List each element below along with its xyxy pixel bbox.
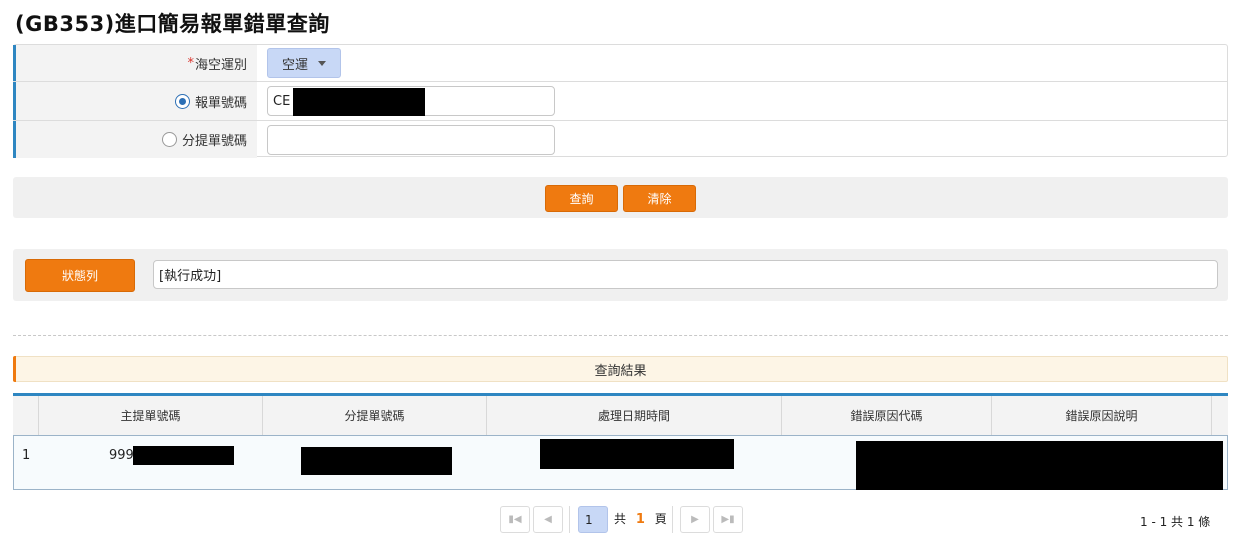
next-page-icon[interactable]: ▶ bbox=[680, 506, 710, 533]
query-form: * 海空運別 空運 報單號碼 CE 分提單號碼 bbox=[13, 44, 1228, 158]
results-header: 查詢結果 bbox=[13, 356, 1228, 382]
declaration-row: 報單號碼 CE bbox=[13, 82, 1227, 121]
sub-bill-radio[interactable] bbox=[161, 132, 177, 147]
table-row[interactable]: 1 999 bbox=[13, 435, 1228, 490]
redacted-block bbox=[293, 88, 425, 116]
column-header[interactable]: 分提單號碼 bbox=[263, 396, 487, 435]
chevron-down-icon bbox=[318, 60, 327, 66]
page-input[interactable]: 1 bbox=[578, 506, 608, 533]
pager-total-pages: 1 bbox=[635, 512, 645, 527]
declaration-radio[interactable] bbox=[174, 93, 190, 109]
row-number: 1 bbox=[22, 448, 31, 463]
redacted-block bbox=[133, 446, 234, 465]
last-page-icon[interactable]: ▶▮ bbox=[713, 506, 743, 533]
status-bar: 狀態列 [執行成功] bbox=[13, 249, 1228, 301]
pager-total-prefix: 共 bbox=[614, 512, 627, 526]
column-header[interactable]: 錯誤原因說明 bbox=[992, 396, 1212, 435]
sub-bill-label: 分提單號碼 bbox=[181, 134, 247, 149]
clear-button[interactable]: 清除 bbox=[623, 185, 696, 212]
page-title: (GB353)進口簡易報單錯單查詢 bbox=[15, 12, 330, 36]
transport-dropdown[interactable]: 空運 bbox=[267, 48, 341, 78]
column-header[interactable]: 處理日期時間 bbox=[487, 396, 782, 435]
transport-row: * 海空運別 空運 bbox=[13, 45, 1227, 82]
redacted-block bbox=[540, 439, 734, 469]
redacted-block bbox=[301, 447, 452, 475]
pager: ▮◀ ◀ 1 共 1 頁 ▶ ▶▮ 1 - 1 共 1 條 bbox=[13, 490, 1228, 542]
page: (GB353)進口簡易報單錯單查詢 * 海空運別 空運 報單號碼 CE 分提單號… bbox=[0, 0, 1236, 542]
first-page-icon[interactable]: ▮◀ bbox=[500, 506, 530, 533]
declaration-input[interactable]: CE bbox=[267, 86, 555, 116]
column-header[interactable]: 主提單號碼 bbox=[39, 396, 263, 435]
grid-header: 主提單號碼 分提單號碼 處理日期時間 錯誤原因代碼 錯誤原因說明 bbox=[13, 393, 1228, 435]
required-mark: * bbox=[187, 55, 194, 71]
status-message: [執行成功] bbox=[153, 260, 1218, 289]
pager-total-suffix: 頁 bbox=[654, 512, 667, 526]
sub-bill-input[interactable] bbox=[267, 124, 555, 155]
declaration-label: 報單號碼 bbox=[194, 95, 247, 111]
transport-label: * 海空運別 bbox=[14, 45, 257, 81]
pager-summary: 1 - 1 共 1 條 bbox=[1140, 515, 1211, 529]
query-button[interactable]: 查詢 bbox=[545, 185, 618, 212]
master-bill-cell: 999 bbox=[109, 448, 134, 463]
prev-page-icon[interactable]: ◀ bbox=[533, 506, 563, 533]
status-button[interactable]: 狀態列 bbox=[25, 259, 135, 292]
action-bar: 查詢 清除 bbox=[13, 177, 1228, 218]
results-grid: 主提單號碼 分提單號碼 處理日期時間 錯誤原因代碼 錯誤原因說明 1 999 ▮… bbox=[13, 393, 1228, 542]
sub-bill-row: 分提單號碼 bbox=[13, 121, 1227, 158]
column-header[interactable]: 錯誤原因代碼 bbox=[782, 396, 992, 435]
redacted-block bbox=[856, 441, 1223, 490]
divider bbox=[13, 335, 1228, 336]
